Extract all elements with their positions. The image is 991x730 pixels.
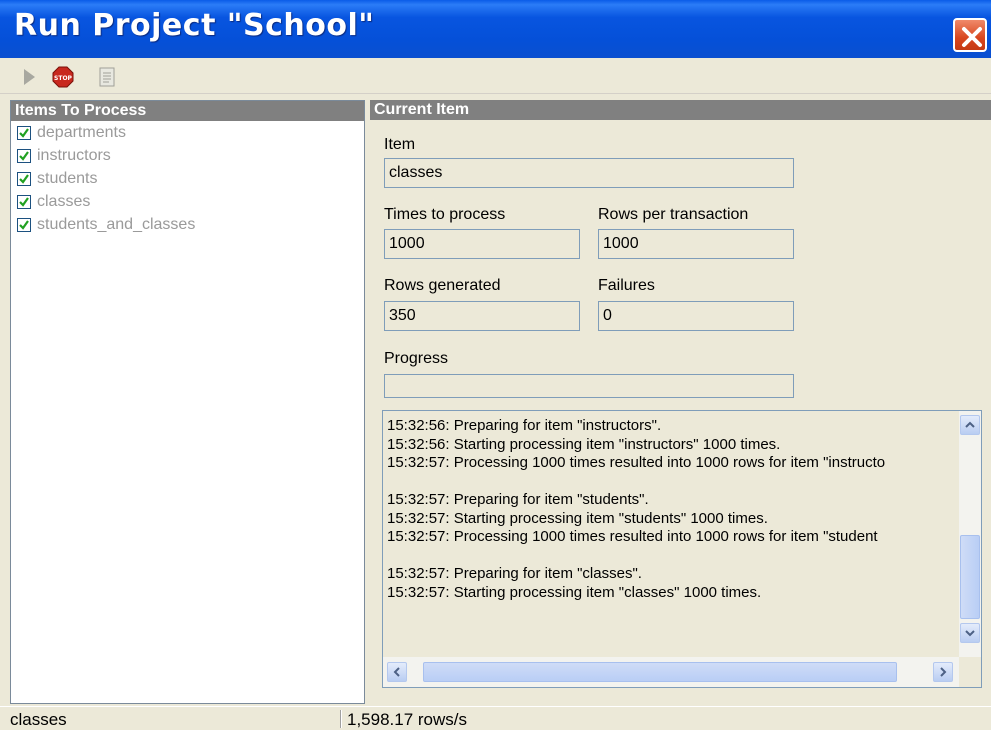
chevron-up-icon xyxy=(965,421,975,428)
tree-item-label: classes xyxy=(37,193,91,210)
log-line: 15:32:56: Preparing for item "instructor… xyxy=(387,417,662,434)
scroll-down-button[interactable] xyxy=(960,623,980,643)
run-button[interactable] xyxy=(18,66,40,88)
items-panel-header: Items To Process xyxy=(11,101,364,121)
log-button[interactable] xyxy=(96,66,118,88)
items-tree: departments instructors students classes… xyxy=(11,121,364,236)
checkmark-icon xyxy=(19,127,29,138)
log-line: 15:32:57: Starting processing item "clas… xyxy=(387,583,762,601)
checkbox-classes[interactable] xyxy=(17,194,31,209)
scrollbar-corner xyxy=(959,657,981,687)
item-field: classes xyxy=(384,158,794,188)
rows-generated-label: Rows generated xyxy=(384,277,501,294)
status-rate: 1,598.17 rows/s xyxy=(347,710,468,729)
vertical-scrollbar[interactable] xyxy=(959,411,981,657)
tree-item-label: instructors xyxy=(37,147,111,164)
log-line: 15:32:57: Preparing for item "classes". xyxy=(387,565,642,582)
status-current-item: classes xyxy=(10,710,67,729)
checkmark-icon xyxy=(19,150,29,161)
rows-per-transaction-label: Rows per transaction xyxy=(598,206,749,223)
log-line: 15:32:56: Starting processing item "inst… xyxy=(387,435,781,453)
tree-item-label: students_and_classes xyxy=(37,216,196,233)
tree-item-departments[interactable]: departments xyxy=(11,121,364,144)
item-label: Item xyxy=(384,136,416,153)
horizontal-scroll-thumb[interactable] xyxy=(423,662,897,682)
checkmark-icon xyxy=(19,219,29,230)
tree-item-students-and-classes[interactable]: students_and_classes xyxy=(11,213,364,236)
horizontal-scrollbar[interactable] xyxy=(383,657,959,687)
rows-generated-field: 350 xyxy=(384,301,580,331)
failures-field: 0 xyxy=(598,301,794,331)
checkbox-departments[interactable] xyxy=(17,125,31,140)
status-separator xyxy=(340,710,342,728)
times-to-process-label: Times to process xyxy=(384,206,506,223)
checkmark-icon xyxy=(19,173,29,184)
log-icon xyxy=(99,67,115,87)
failures-label: Failures xyxy=(598,277,655,294)
current-item-header: Current Item xyxy=(370,100,991,120)
log-lines: 15:32:56: Preparing for item "instructor… xyxy=(387,411,959,657)
title-bar[interactable]: Run Project "School" xyxy=(0,0,991,58)
scroll-right-button[interactable] xyxy=(933,662,953,682)
chevron-right-icon xyxy=(940,667,947,677)
times-to-process-field: 1000 xyxy=(384,229,580,259)
vertical-scroll-thumb[interactable] xyxy=(960,535,980,619)
log-line: 15:32:57: Preparing for item "students". xyxy=(387,491,649,508)
current-item-panel: Current Item Item classes Times to proce… xyxy=(370,100,991,704)
chevron-left-icon xyxy=(393,667,400,677)
rows-per-transaction-field: 1000 xyxy=(598,229,794,259)
log-line: 15:32:57: Processing 1000 times resulted… xyxy=(387,454,886,471)
toolbar: STOP xyxy=(0,58,991,94)
scroll-left-button[interactable] xyxy=(387,662,407,682)
tree-item-classes[interactable]: classes xyxy=(11,190,364,213)
tree-item-instructors[interactable]: instructors xyxy=(11,144,364,167)
log-line: 15:32:57: Starting processing item "stud… xyxy=(387,509,768,527)
stop-sign-icon: STOP xyxy=(52,66,74,88)
tree-item-students[interactable]: students xyxy=(11,167,364,190)
progress-label: Progress xyxy=(384,350,449,367)
checkbox-instructors[interactable] xyxy=(17,148,31,163)
tree-item-label: students xyxy=(37,170,98,187)
checkmark-icon xyxy=(19,196,29,207)
stop-button[interactable]: STOP xyxy=(52,66,74,88)
tree-item-label: departments xyxy=(37,124,126,141)
window-title: Run Project "School" xyxy=(14,8,375,43)
checkbox-students[interactable] xyxy=(17,171,31,186)
scroll-up-button[interactable] xyxy=(960,415,980,435)
log-textbox[interactable]: 15:32:56: Preparing for item "instructor… xyxy=(382,410,982,688)
play-icon xyxy=(24,69,35,85)
progress-bar xyxy=(384,374,794,398)
log-line: 15:32:57: Processing 1000 times resulted… xyxy=(387,528,878,545)
run-project-window: Run Project "School" STOP Items To Proce… xyxy=(0,0,991,729)
close-icon xyxy=(962,27,982,47)
stop-sign-label: STOP xyxy=(54,75,73,82)
chevron-down-icon xyxy=(965,630,975,637)
status-bar: classes 1,598.17 rows/s xyxy=(0,706,991,729)
checkbox-students-and-classes[interactable] xyxy=(17,217,31,232)
close-button[interactable] xyxy=(953,18,987,52)
items-to-process-panel: Items To Process departments instructors… xyxy=(10,100,365,704)
